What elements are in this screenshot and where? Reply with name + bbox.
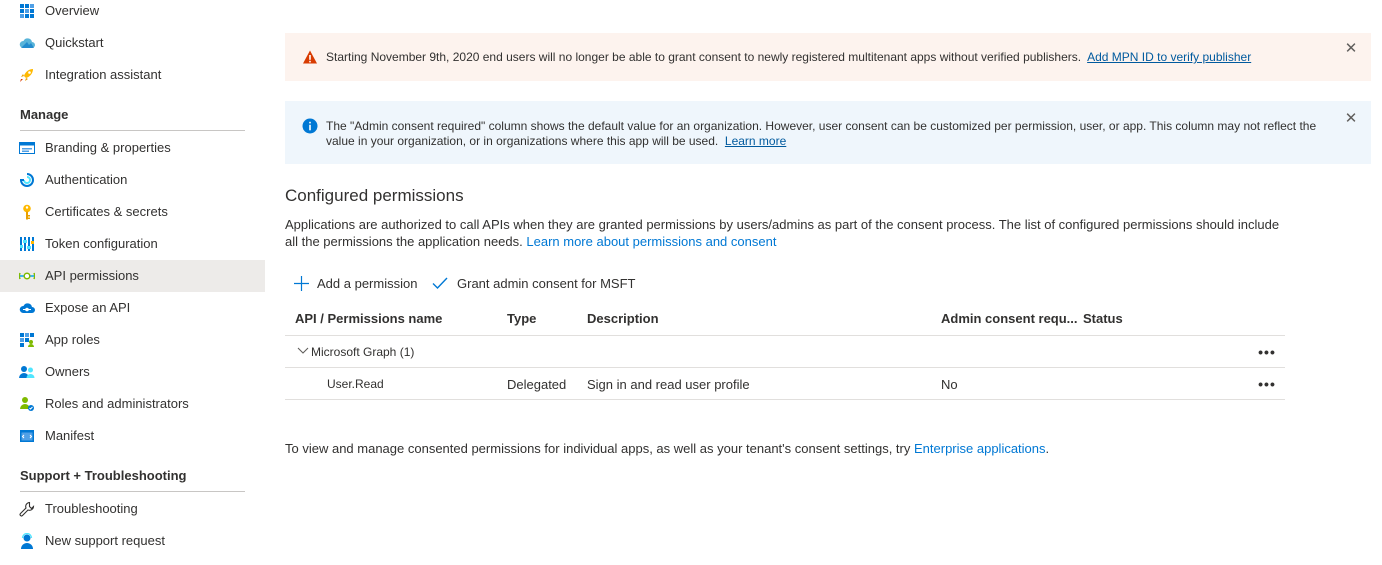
column-header-type[interactable]: Type [507, 311, 536, 326]
sidebar-item-label: Manifest [45, 428, 95, 443]
sidebar-item-label: Authentication [45, 172, 128, 187]
sidebar-item-troubleshooting[interactable]: Troubleshooting [0, 493, 265, 525]
api-icon [19, 268, 35, 284]
manifest-icon [19, 428, 35, 444]
sidebar-item-authentication[interactable]: Authentication [0, 164, 265, 196]
warning-banner-close-icon[interactable]: ✕ [1343, 41, 1359, 57]
sidebar-item-label: Expose an API [45, 300, 131, 315]
sidebar-item-label: Token configuration [45, 236, 158, 251]
checkmark-icon [432, 275, 448, 291]
sidebar-item-label: Troubleshooting [45, 501, 138, 516]
sidebar-item-manifest[interactable]: Manifest [0, 420, 265, 452]
authentication-icon [19, 172, 35, 188]
permission-user-read-link[interactable]: User.Read [327, 377, 384, 391]
column-header-status[interactable]: Status [1083, 311, 1123, 326]
column-header-description[interactable]: Description [587, 311, 659, 326]
section-description: Applications are authorized to call APIs… [285, 216, 1285, 250]
app-roles-icon [19, 332, 35, 348]
enterprise-applications-link[interactable]: Enterprise applications [914, 441, 1046, 456]
add-mpn-id-link[interactable]: Add MPN ID to verify publisher [1087, 50, 1251, 64]
sidebar-item-expose-an-api[interactable]: Expose an API [0, 292, 265, 324]
sidebar-item-new-support-request[interactable]: New support request [0, 525, 265, 557]
info-icon [302, 118, 318, 134]
page-title: Configured permissions [285, 186, 464, 205]
cloud-icon [19, 35, 35, 51]
group-more-options-icon[interactable]: ••• [1256, 345, 1278, 361]
column-header-admin-consent[interactable]: Admin consent requ... [941, 311, 1078, 326]
cloud-api-icon [19, 300, 35, 316]
info-banner-text: The "Admin consent required" column show… [326, 119, 1317, 148]
admin-consent-value: No [941, 377, 958, 392]
sidebar-item-label: Certificates & secrets [45, 204, 168, 219]
sidebar-item-label: Roles and administrators [45, 396, 189, 411]
footer-note: To view and manage consented permissions… [285, 441, 1049, 456]
row-more-options-icon[interactable]: ••• [1256, 377, 1278, 393]
info-banner-message: The "Admin consent required" column show… [326, 119, 1321, 149]
sidebar-item-label: Branding & properties [45, 140, 171, 155]
group-microsoft-graph-link[interactable]: Microsoft Graph (1) [311, 345, 414, 359]
info-banner: The "Admin consent required" column show… [285, 101, 1371, 164]
support-section-title: Support + Troubleshooting [20, 468, 187, 483]
sidebar-item-integration-assistant[interactable]: Integration assistant [0, 59, 265, 91]
sidebar: Overview Quickstart Integration assistan… [0, 0, 265, 565]
grid-icon [19, 3, 35, 19]
warning-banner: Starting November 9th, 2020 end users wi… [285, 33, 1371, 81]
manage-divider [20, 130, 245, 131]
sidebar-item-label: New support request [45, 533, 165, 548]
row-divider [285, 399, 1285, 400]
support-person-icon [19, 533, 35, 549]
warning-banner-message: Starting November 9th, 2020 end users wi… [326, 50, 1321, 65]
warning-banner-text: Starting November 9th, 2020 end users wi… [326, 50, 1082, 64]
sidebar-item-certificates-secrets[interactable]: Certificates & secrets [0, 196, 265, 228]
permission-type: Delegated [507, 377, 567, 392]
section-description-text: Applications are authorized to call APIs… [285, 217, 1280, 249]
sidebar-item-label: Integration assistant [45, 67, 162, 82]
sidebar-item-token-configuration[interactable]: Token configuration [0, 228, 265, 260]
sidebar-item-label: API permissions [45, 268, 139, 283]
sidebar-item-label: App roles [45, 332, 100, 347]
chevron-down-icon[interactable] [297, 344, 309, 359]
sidebar-item-overview[interactable]: Overview [0, 0, 265, 27]
sidebar-item-branding[interactable]: Branding & properties [0, 132, 265, 164]
sidebar-item-owners[interactable]: Owners [0, 356, 265, 388]
grant-admin-consent-label: Grant admin consent for MSFT [457, 275, 636, 291]
wrench-icon [19, 501, 35, 517]
header-divider [285, 335, 1285, 336]
sidebar-item-label: Overview [45, 3, 100, 18]
manage-section-title: Manage [20, 107, 69, 122]
sidebar-item-label: Quickstart [45, 35, 104, 50]
sidebar-item-roles-administrators[interactable]: Roles and administrators [0, 388, 265, 420]
info-banner-close-icon[interactable]: ✕ [1343, 111, 1359, 127]
plus-icon [293, 275, 309, 291]
permission-description: Sign in and read user profile [587, 377, 750, 392]
learn-more-link[interactable]: Learn more [725, 134, 786, 148]
rocket-icon [19, 67, 35, 83]
branding-icon [19, 140, 35, 156]
column-header-api-name[interactable]: API / Permissions name [295, 311, 442, 326]
add-permission-label: Add a permission [317, 275, 418, 291]
add-permission-button[interactable]: Add a permission [293, 273, 417, 293]
grant-admin-consent-button[interactable]: Grant admin consent for MSFT [432, 273, 635, 293]
token-bars-icon [19, 236, 35, 252]
sidebar-item-api-permissions[interactable]: API permissions [0, 260, 265, 292]
sidebar-item-quickstart[interactable]: Quickstart [0, 27, 265, 59]
footer-period: . [1045, 441, 1050, 456]
sidebar-item-label: Owners [45, 364, 90, 379]
roles-icon [19, 396, 35, 412]
learn-more-permissions-link[interactable]: Learn more about permissions and consent [526, 234, 776, 249]
owners-icon [19, 364, 35, 380]
group-divider [285, 367, 1285, 368]
warning-icon [302, 49, 318, 65]
key-icon [19, 204, 35, 220]
sidebar-item-app-roles[interactable]: App roles [0, 324, 265, 356]
support-divider [20, 491, 245, 492]
footer-text: To view and manage consented permissions… [285, 441, 911, 456]
